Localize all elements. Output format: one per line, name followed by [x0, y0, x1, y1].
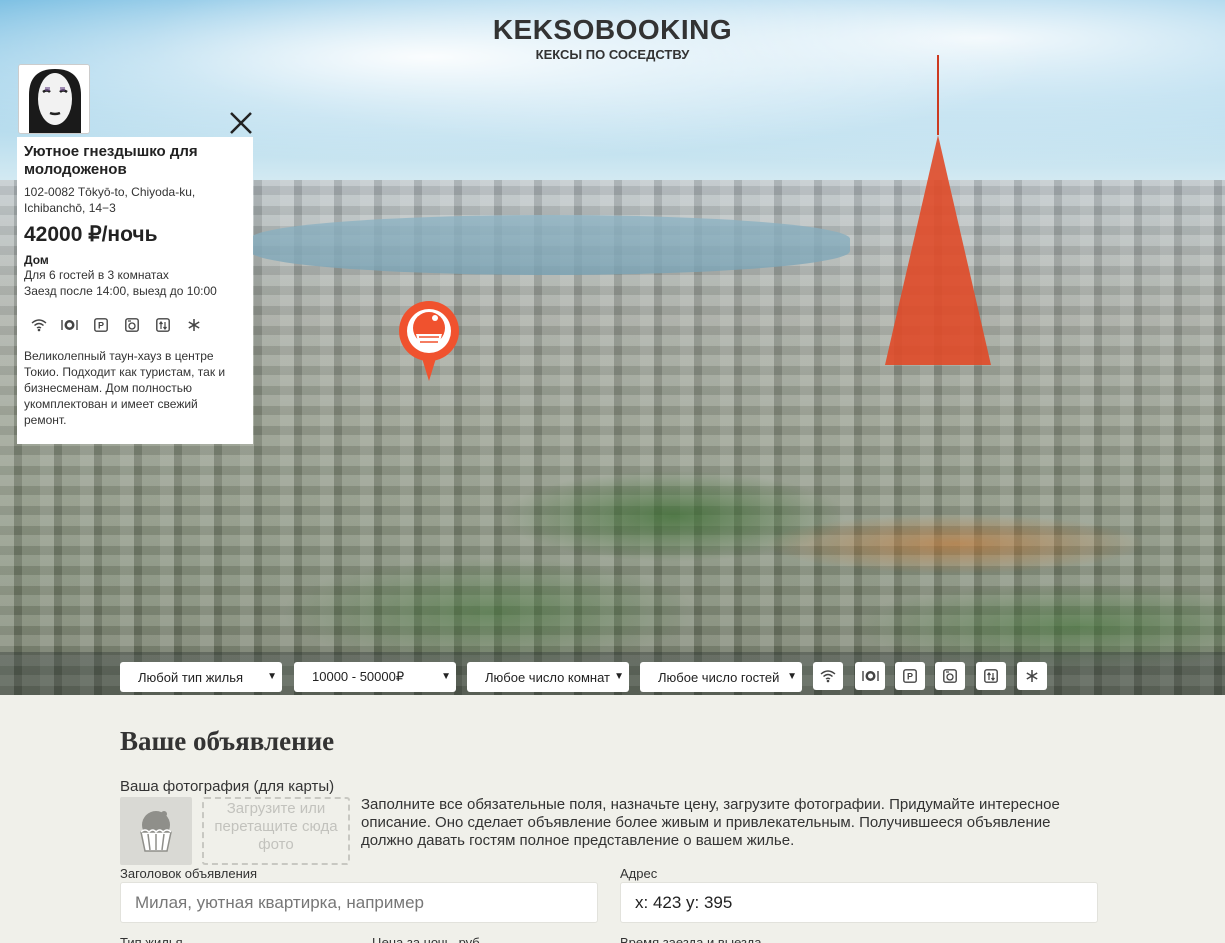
site-subtitle: КЕКСЫ ПО СОСЕДСТВУ	[535, 47, 690, 62]
chevron-down-icon: ▼	[441, 671, 451, 682]
title-input[interactable]: Милая, уютная квартирка, например	[120, 882, 598, 923]
washer-icon	[943, 669, 957, 683]
housing-type-value: Любой тип жилья	[138, 669, 244, 685]
price-select[interactable]: 10000 - 50000₽ ▼	[294, 662, 456, 692]
price-field-label: Цена за ночь, руб.	[372, 935, 484, 943]
filter-elevator-button[interactable]	[976, 662, 1006, 690]
washer-icon	[123, 316, 140, 333]
chevron-down-icon: ▼	[784, 671, 797, 682]
close-icon[interactable]	[228, 110, 254, 136]
offer-capacity: Для 6 гостей в 3 комнатах	[24, 268, 169, 282]
offer-title: Уютное гнездышко для молодоженов	[24, 143, 198, 178]
avatar-upload-label: Ваша фотография (для карты)	[120, 778, 335, 795]
offer-price: 42000 ₽/ночь	[24, 223, 158, 246]
wifi-icon	[30, 316, 47, 333]
dishwasher-icon	[61, 316, 78, 333]
type-field-label: Тип жилья	[120, 935, 183, 943]
housing-type-select[interactable]: Любой тип жилья ▼	[120, 662, 282, 692]
guests-select[interactable]: Любое число гостей ▼	[640, 662, 802, 692]
avatar	[18, 64, 90, 134]
elevator-icon	[984, 669, 998, 683]
time-field-label: Время заезда и выезда	[620, 935, 762, 943]
filter-conditioner-button[interactable]	[1017, 662, 1047, 690]
main-pin[interactable]	[397, 301, 461, 383]
elevator-icon	[154, 316, 171, 333]
wifi-icon	[820, 670, 836, 683]
guests-value: Любое число гостей	[658, 669, 780, 685]
offer-description: Великолепный таун-хауз в центре Токио. П…	[24, 349, 226, 427]
offer-features: P	[30, 316, 202, 333]
filter-wifi-button[interactable]	[813, 662, 843, 690]
parking-icon: P	[903, 669, 917, 683]
parking-icon: P	[92, 316, 109, 333]
filter-dishwasher-button[interactable]	[855, 662, 885, 690]
offer-address: 102-0082 Tōkyō-to, Chiyoda-ku, Ichibanch…	[24, 185, 196, 215]
muffin-icon	[140, 811, 172, 852]
svg-text:P: P	[97, 320, 103, 330]
form-hint: Заполните все обязательные поля, назначь…	[361, 796, 1060, 849]
filter-parking-button[interactable]: P	[895, 662, 925, 690]
dishwasher-icon	[861, 671, 879, 681]
avatar-drop-zone[interactable]: Загрузите или перетащите сюда фото	[202, 797, 350, 865]
rooms-select[interactable]: Любое число комнат ▼	[467, 662, 629, 692]
chevron-down-icon: ▼	[611, 671, 624, 682]
site-title: KEKSOBOOKING	[492, 14, 733, 45]
svg-text:P: P	[907, 672, 913, 682]
conditioner-icon	[185, 316, 202, 333]
title-field-label: Заголовок объявления	[120, 866, 258, 881]
address-field-label: Адрес	[620, 866, 658, 881]
conditioner-icon	[1026, 670, 1038, 682]
address-input[interactable]: x: 423 y: 395	[620, 882, 1098, 923]
avatar-preview	[120, 797, 192, 865]
offer-type: Дом	[24, 253, 49, 267]
rooms-value: Любое число комнат	[485, 669, 610, 685]
price-value: 10000 - 50000₽	[312, 669, 405, 684]
tokyo-tower	[885, 55, 991, 365]
map-bay	[250, 215, 850, 275]
filter-washer-button[interactable]	[935, 662, 965, 690]
chevron-down-icon: ▼	[267, 671, 277, 682]
form-title: Ваше объявление	[120, 726, 335, 756]
offer-time: Заезд после 14:00, выезд до 10:00	[24, 284, 217, 298]
header: KEKSOBOOKING КЕКСЫ ПО СОСЕДСТВУ	[0, 14, 1225, 62]
